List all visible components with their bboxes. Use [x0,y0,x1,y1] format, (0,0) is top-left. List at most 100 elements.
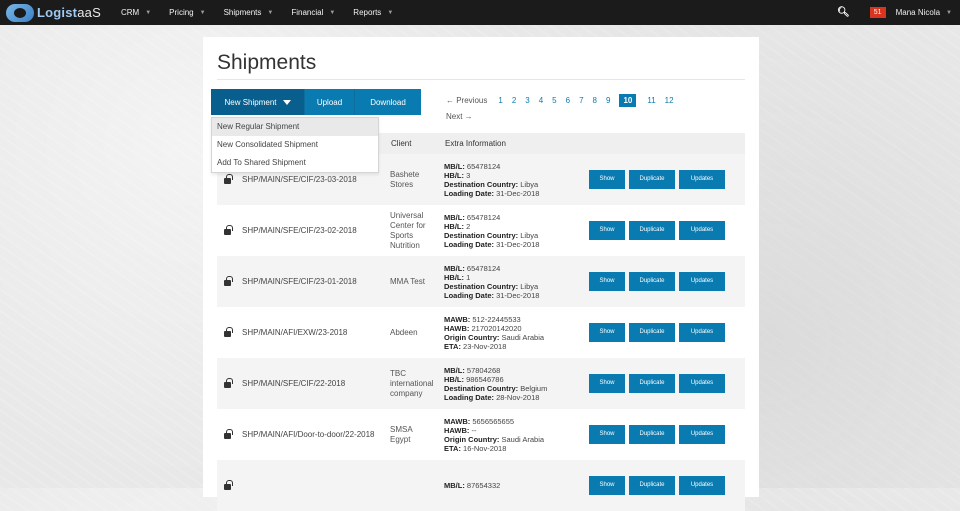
new-shipment-button[interactable]: New Shipment [211,89,305,115]
nav-item-financial[interactable]: Financial ▼ [282,8,344,17]
search-icon[interactable]: 🔍︎ [827,7,860,18]
updates-button[interactable]: Updates [679,374,725,393]
row-actions: Show Duplicate Updates [589,409,745,460]
duplicate-button[interactable]: Duplicate [629,221,675,240]
nav-item-pricing[interactable]: Pricing ▼ [160,8,214,17]
unlock-icon[interactable] [223,377,233,388]
shipment-reference[interactable]: SHP/MAIN/SFE/CIF/23-02-2018 [237,205,385,256]
pager-page[interactable]: 8 [593,96,597,105]
duplicate-button[interactable]: Duplicate [629,170,675,189]
shipment-reference[interactable]: SHP/MAIN/AFI/Door-to-door/22-2018 [237,409,385,460]
info-value: 23-Nov-2018 [460,341,507,351]
info-key: Destination Country: [444,383,519,393]
unlock-icon[interactable] [223,224,233,235]
pager-page[interactable]: 2 [512,96,516,105]
row-actions: Show Duplicate Updates [589,256,745,307]
info-key: Loading Date: [444,239,494,249]
pager-page[interactable]: 4 [539,96,543,105]
info-key: MB/L: [444,365,465,375]
info-value: 31-Dec-2018 [494,188,540,198]
lock-cell [217,256,237,307]
info-value: 65478124 [464,161,501,171]
info-key: Loading Date: [444,290,494,300]
page-title: Shipments [217,51,317,74]
lock-cell [217,307,237,358]
nav-item-shipments[interactable]: Shipments ▼ [215,8,283,17]
info-value: 57804268 [464,365,501,375]
info-key: ETA: [444,341,461,351]
info-value: 65478124 [464,263,501,273]
extra-information: MB/L: 65478124 HB/L: 1 Destination Country… [439,256,589,307]
unlock-icon[interactable] [223,275,233,286]
duplicate-button[interactable]: Duplicate [629,425,675,444]
info-value: Libya [518,230,539,240]
info-value: Saudi Arabia [499,332,545,342]
updates-button[interactable]: Updates [679,476,725,495]
unlock-icon[interactable] [223,428,233,439]
pager-page[interactable]: 6 [566,96,570,105]
pager-previous[interactable]: ← Previous [446,96,487,105]
nav-item-crm[interactable]: CRM ▼ [112,8,160,17]
notification-badge[interactable]: 51 [869,7,886,18]
client-name: TBC international company [385,358,439,409]
extra-information: MB/L: 57804268 HB/L: 986546786 Destination… [439,358,589,409]
nav-item-reports[interactable]: Reports ▼ [344,8,402,17]
chevron-down-icon: ▼ [267,9,274,16]
updates-button[interactable]: Updates [679,272,725,291]
updates-button[interactable]: Updates [679,425,725,444]
show-button[interactable]: Show [589,272,625,291]
shipment-reference[interactable]: SHP/MAIN/SFE/CIF/22-2018 [237,358,385,409]
shipment-reference[interactable]: SHP/MAIN/SFE/CIF/23-01-2018 [237,256,385,307]
duplicate-button[interactable]: Duplicate [629,272,675,291]
info-key: HAWB: [444,425,470,435]
show-button[interactable]: Show [589,170,625,189]
row-actions: Show Duplicate Updates [589,460,745,511]
pager-page[interactable]: 1 [498,96,502,105]
shipment-reference[interactable] [237,460,385,511]
updates-button[interactable]: Updates [679,170,725,189]
pager-page[interactable]: 11 [647,96,655,105]
info-key: MB/L: [444,263,465,273]
show-button[interactable]: Show [589,476,625,495]
pager-page[interactable]: 7 [579,96,583,105]
header-client: Client [385,133,439,154]
unlock-icon[interactable] [223,173,233,184]
pager-page[interactable]: 9 [606,96,610,105]
updates-button[interactable]: Updates [679,221,725,240]
client-name: Bashete Stores [385,154,439,205]
info-value: Saudi Arabia [499,434,545,444]
show-button[interactable]: Show [589,323,625,342]
menu-item-add-to-shared-shipment[interactable]: Add To Shared Shipment [212,154,378,172]
duplicate-button[interactable]: Duplicate [629,476,675,495]
updates-button[interactable]: Updates [679,323,725,342]
extra-information: MB/L: 65478124 HB/L: 2 Destination Country… [439,205,589,256]
menu-item-new-regular-shipment[interactable]: New Regular Shipment [212,118,378,136]
pager-page[interactable]: 3 [525,96,529,105]
info-value: 31-Dec-2018 [494,239,540,249]
client-name: SMSA Egypt [385,409,439,460]
upload-button[interactable]: Upload [305,89,355,115]
pager-page[interactable]: 5 [552,96,556,105]
info-value: 2 [464,221,471,231]
shipment-reference[interactable]: SHP/MAIN/AFI/EXW/23-2018 [237,307,385,358]
shipments-table: Client Extra Information SHP/MAIN/SFE/CI… [217,133,745,511]
download-button[interactable]: Download [355,89,421,115]
table-row: MB/L: 87654332 Show Duplicate Updates [217,460,745,511]
main-nav: CRM ▼ Pricing ▼ Shipments ▼ Financial ▼ Repo… [112,8,402,17]
pager-next[interactable]: Next → [446,112,737,121]
user-menu[interactable]: Mana Nicola ▼ [896,8,960,17]
show-button[interactable]: Show [589,374,625,393]
brand-logo[interactable]: LogistaaS [0,3,112,22]
unlock-icon[interactable] [223,479,233,490]
menu-item-new-consolidated-shipment[interactable]: New Consolidated Shipment [212,136,378,154]
duplicate-button[interactable]: Duplicate [629,374,675,393]
info-value: 31-Dec-2018 [494,290,540,300]
duplicate-button[interactable]: Duplicate [629,323,675,342]
pager-page[interactable]: 12 [665,96,674,105]
show-button[interactable]: Show [589,221,625,240]
chevron-down-icon: ▼ [145,9,152,16]
info-key: HAWB: [444,323,470,333]
show-button[interactable]: Show [589,425,625,444]
info-key: MAWB: [444,314,471,324]
unlock-icon[interactable] [223,326,233,337]
